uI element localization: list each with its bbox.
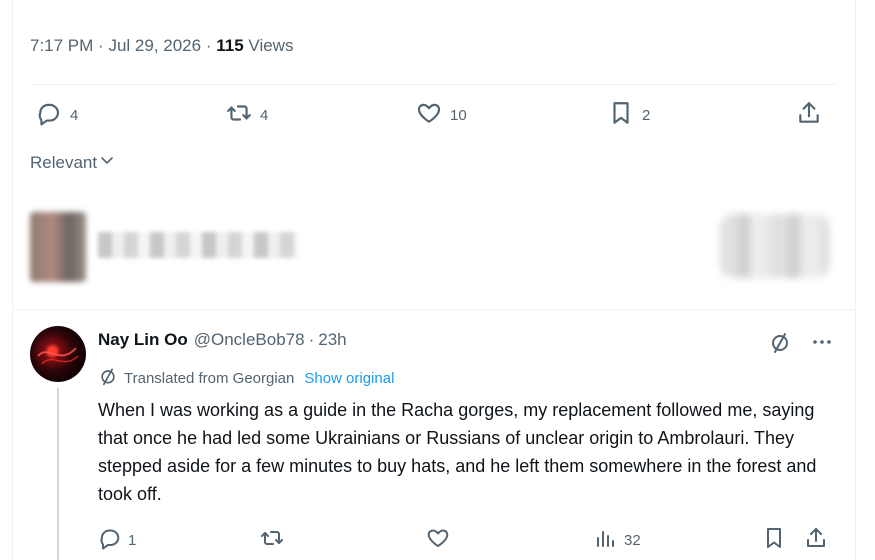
redacted-text	[98, 232, 298, 258]
retweet-count: 4	[260, 106, 269, 124]
share-icon	[804, 526, 828, 554]
views-count: 32	[624, 531, 641, 549]
meta-dot: ·	[308, 330, 315, 349]
reply-action-bar: 1 32	[98, 526, 828, 556]
reply-tweet[interactable]: Nay Lin Oo @OncleBob78 · 23h Translated …	[30, 322, 836, 560]
tweet-time[interactable]: 7:17 PM	[30, 36, 93, 55]
share-button[interactable]	[796, 100, 822, 130]
like-button[interactable]	[426, 526, 456, 554]
bar-chart-icon	[594, 526, 618, 554]
thread-line	[57, 388, 59, 560]
chevron-down-icon	[99, 152, 115, 173]
reply-button[interactable]: 4	[36, 100, 78, 130]
retweet-button[interactable]	[260, 526, 290, 554]
speech-bubble-icon	[98, 526, 122, 554]
like-button[interactable]: 10	[416, 100, 467, 130]
speech-bubble-icon	[36, 100, 62, 130]
retweet-icon	[260, 526, 284, 554]
reply-header: Nay Lin Oo @OncleBob78 · 23h	[98, 330, 347, 350]
bookmark-icon	[608, 100, 634, 130]
translate-icon	[98, 366, 118, 390]
bookmark-button[interactable]	[762, 526, 786, 554]
author-handle[interactable]: @OncleBob78	[194, 330, 305, 350]
views-button[interactable]: 32	[594, 526, 641, 554]
redacted-avatar	[30, 212, 86, 282]
reply-count: 4	[70, 106, 79, 124]
bookmark-button[interactable]: 2	[608, 100, 650, 130]
share-icon	[796, 100, 822, 130]
translation-notice: Translated from Georgian Show original	[98, 366, 394, 390]
bookmark-count: 2	[642, 106, 651, 124]
heart-icon	[416, 100, 442, 130]
meta-dot: ·	[98, 36, 104, 55]
heart-icon	[426, 526, 450, 554]
translated-label: Translated from Georgian	[124, 369, 295, 387]
retweet-button[interactable]: 4	[226, 100, 268, 130]
views-count: 115	[216, 36, 244, 55]
author-name[interactable]: Nay Lin Oo	[98, 330, 188, 350]
sort-label: Relevant	[30, 152, 98, 172]
redacted-button	[720, 214, 830, 278]
reply-time[interactable]: 23h	[318, 330, 346, 350]
meta-dot: ·	[205, 36, 212, 55]
reply-tools	[768, 330, 834, 359]
reply-count: 1	[128, 531, 137, 549]
bookmark-icon	[762, 526, 786, 554]
views-label: Views	[248, 36, 294, 55]
more-icon[interactable]	[810, 330, 834, 359]
reply-button[interactable]: 1	[98, 526, 136, 554]
reply-text: When I was working as a guide in the Rac…	[98, 400, 817, 504]
avatar[interactable]	[30, 326, 86, 382]
tweet-action-bar: 4 4 10 2	[30, 100, 830, 136]
show-original-link[interactable]: Show original	[304, 370, 394, 387]
tweet-date[interactable]: Jul 29, 2026	[108, 36, 201, 55]
translate-icon[interactable]	[768, 330, 792, 359]
like-count: 10	[450, 106, 467, 124]
share-button[interactable]	[804, 526, 828, 554]
retweet-icon	[226, 100, 252, 130]
redacted-reply-composer	[30, 206, 836, 286]
reply-sort-dropdown[interactable]: Relevant	[30, 152, 115, 173]
divider	[30, 84, 836, 85]
divider	[12, 309, 855, 310]
tweet-meta: 7:17 PM · Jul 29, 2026 · 115 Views	[30, 36, 293, 56]
